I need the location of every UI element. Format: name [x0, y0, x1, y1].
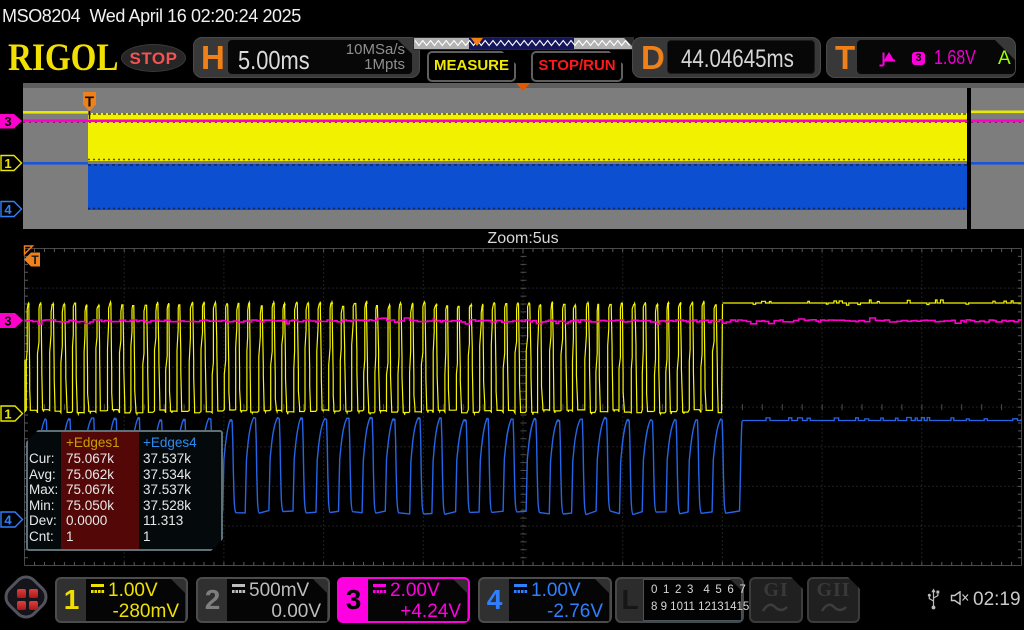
svg-text:4: 4: [4, 513, 12, 528]
svg-text:1: 1: [4, 407, 11, 422]
svg-text:3: 3: [4, 314, 11, 329]
svg-text:T: T: [31, 253, 39, 267]
